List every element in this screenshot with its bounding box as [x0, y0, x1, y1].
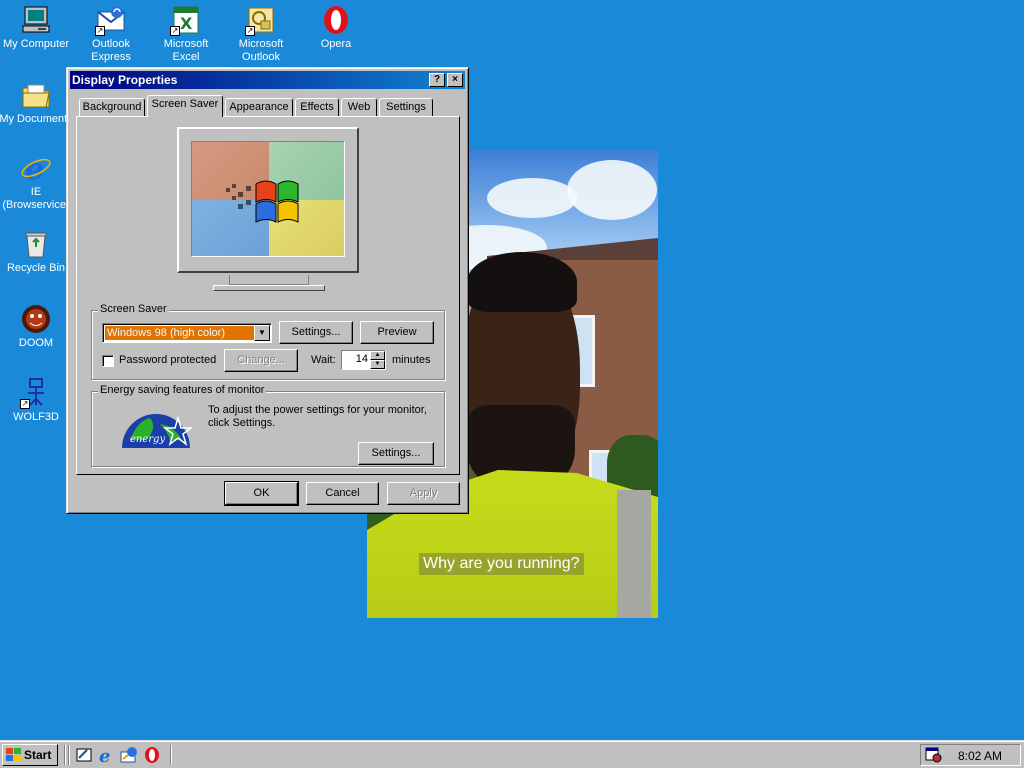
selected-screen-saver: Windows 98 (high color)	[105, 326, 254, 340]
tab-settings[interactable]: Settings	[379, 98, 433, 117]
desktop-icon-excel[interactable]: X ↗ Microsoft Excel	[148, 4, 224, 64]
desktop-icon-label: My Computer	[2, 38, 70, 50]
tab-screen-saver[interactable]: Screen Saver	[147, 95, 223, 117]
group-label: Screen Saver	[98, 303, 169, 315]
cloud	[567, 160, 657, 220]
monitor-preview	[177, 127, 359, 273]
desktop-icon-label: IE (Browservice)	[2, 186, 70, 211]
close-button[interactable]: ×	[447, 73, 463, 87]
monitor-base	[213, 285, 325, 291]
ok-button[interactable]: OK	[224, 481, 299, 506]
desktop-icon-my-computer[interactable]: My Computer	[0, 4, 74, 51]
taskbar-separator	[68, 745, 70, 765]
desktop-icon-ie[interactable]: e IE (Browservice)	[0, 152, 74, 212]
display-properties-window: Display Properties ? × Background Screen…	[66, 67, 469, 514]
desktop-icon-opera[interactable]: Opera	[298, 4, 374, 51]
shortcut-arrow-icon: ↗	[245, 26, 255, 36]
desktop-icon-doom[interactable]: DOOM	[0, 303, 74, 350]
tab-effects[interactable]: Effects	[295, 98, 339, 117]
outlook-express-icon: ↗	[95, 4, 127, 36]
desktop-icon-label: Microsoft Excel	[163, 38, 209, 63]
recycle-bin-icon	[20, 228, 52, 260]
spin-down-icon[interactable]: ▼	[370, 360, 385, 369]
desktop-icon-recycle-bin[interactable]: Recycle Bin	[0, 228, 74, 275]
window-title: Display Properties	[72, 73, 178, 87]
opera-icon	[320, 4, 352, 36]
desktop-icon-label: Outlook Express	[91, 38, 131, 63]
desktop-icon-label: DOOM	[18, 337, 54, 349]
start-button[interactable]: Start	[2, 744, 58, 766]
energy-settings-button[interactable]: Settings...	[358, 442, 434, 465]
folder-icon	[20, 79, 52, 111]
svg-text:e: e	[25, 152, 44, 184]
tab-background[interactable]: Background	[79, 98, 145, 117]
taskbar-separator	[64, 745, 66, 765]
title-bar[interactable]: Display Properties ? ×	[70, 71, 465, 89]
apply-button[interactable]: Apply	[387, 482, 460, 505]
outlook-icon: ↗	[245, 4, 277, 36]
wait-minutes-spinner[interactable]: 14 ▲ ▼	[341, 350, 386, 370]
desktop-icon-outlook-express[interactable]: ↗ Outlook Express	[73, 4, 149, 64]
svg-text:energy: energy	[130, 434, 165, 445]
desktop-icon-wolf3d[interactable]: ↗ WOLF3D	[0, 377, 74, 424]
internet-explorer-icon[interactable]: e	[97, 746, 115, 764]
energy-description: To adjust the power settings for your mo…	[208, 404, 427, 429]
opera-icon[interactable]	[143, 746, 161, 764]
wolf3d-icon: ↗	[20, 377, 52, 409]
desktop-icon-label: My Documents	[0, 113, 73, 125]
screen-saver-select[interactable]: Windows 98 (high color) ▼	[102, 323, 272, 343]
wait-value: 14	[355, 353, 368, 365]
shortcut-arrow-icon: ↗	[20, 399, 30, 409]
energy-group: Energy saving features of monitor energy…	[91, 384, 445, 467]
taskbar: Start e 8:02 AM	[0, 740, 1024, 768]
desktop-icon-label: Microsoft Outlook	[238, 38, 284, 63]
monitor-stand	[229, 275, 309, 285]
desktop-icon-label: Recycle Bin	[6, 262, 66, 274]
clock[interactable]: 8:02 AM	[958, 749, 1002, 763]
cloud	[487, 178, 577, 218]
shortcut-arrow-icon: ↗	[95, 26, 105, 36]
preview-screen	[191, 141, 345, 257]
desktop-icon-my-documents[interactable]: My Documents	[0, 79, 74, 126]
person-hair	[467, 252, 577, 312]
wait-label: Wait:	[311, 354, 336, 366]
video-caption: Why are you running?	[419, 553, 584, 575]
cancel-button[interactable]: Cancel	[306, 482, 379, 505]
screen-saver-panel: Screen Saver Windows 98 (high color) ▼ S…	[76, 116, 460, 475]
reflective-stripe	[617, 490, 651, 618]
excel-icon: X ↗	[170, 4, 202, 36]
computer-icon	[20, 4, 52, 36]
desktop-icon-label: Opera	[320, 38, 352, 50]
windows-flag-logo	[226, 180, 299, 223]
minutes-label: minutes	[392, 354, 431, 366]
internet-explorer-icon: e	[20, 152, 52, 184]
energy-star-logo: energy	[122, 414, 192, 448]
outlook-express-icon[interactable]	[120, 746, 138, 764]
tab-web[interactable]: Web	[341, 98, 377, 117]
password-checkbox[interactable]	[102, 355, 114, 367]
scheduler-icon[interactable]	[925, 747, 942, 763]
tab-appearance[interactable]: Appearance	[225, 98, 293, 117]
start-label: Start	[24, 748, 52, 762]
screen-saver-settings-button[interactable]: Settings...	[279, 321, 353, 344]
shortcut-arrow-icon: ↗	[170, 26, 180, 36]
doom-icon	[20, 303, 52, 335]
desktop-icon-outlook[interactable]: ↗ Microsoft Outlook	[223, 4, 299, 64]
change-password-button[interactable]: Change...	[224, 349, 298, 372]
help-button[interactable]: ?	[429, 73, 445, 87]
show-desktop-icon[interactable]	[75, 746, 93, 764]
windows-logo-icon	[6, 748, 21, 761]
taskbar-separator	[170, 745, 172, 765]
spin-up-icon[interactable]: ▲	[370, 351, 385, 360]
svg-text:e: e	[99, 746, 110, 764]
system-tray: 8:02 AM	[920, 744, 1021, 766]
preview-button[interactable]: Preview	[360, 321, 434, 344]
password-label: Password protected	[119, 354, 217, 366]
svg-text:X: X	[180, 14, 193, 33]
screen-saver-group: Screen Saver Windows 98 (high color) ▼ S…	[91, 303, 445, 380]
chevron-down-icon[interactable]: ▼	[254, 325, 270, 341]
desktop-icon-label: WOLF3D	[13, 411, 59, 423]
group-label: Energy saving features of monitor	[98, 384, 267, 396]
